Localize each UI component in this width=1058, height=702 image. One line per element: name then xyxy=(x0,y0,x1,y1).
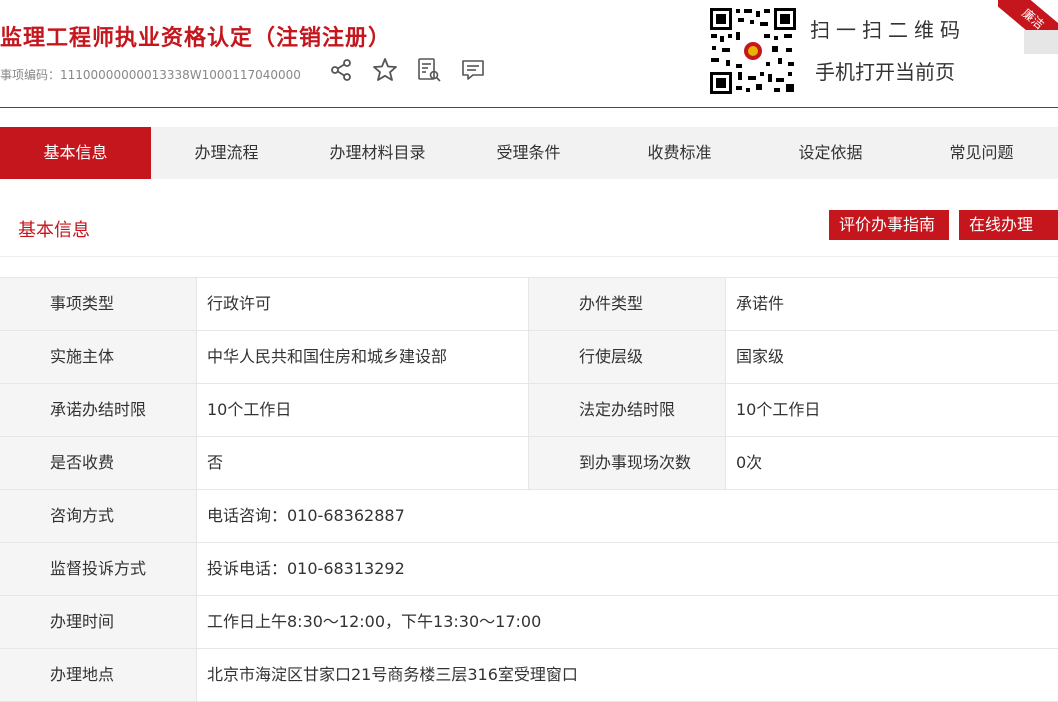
row-label: 法定办结时限 xyxy=(529,384,726,436)
tab-bar: 基本信息 办理流程 办理材料目录 受理条件 收费标准 设定依据 常见问题 xyxy=(0,127,1058,179)
info-table: 事项类型 行政许可 办件类型 承诺件 实施主体 中华人民共和国住房和城乡建设部 … xyxy=(0,277,1058,702)
tab-process[interactable]: 办理流程 xyxy=(151,127,302,179)
row-label: 承诺办结时限 xyxy=(0,384,197,436)
evaluate-guide-button[interactable]: 评价办事指南 xyxy=(829,210,949,240)
row-label: 咨询方式 xyxy=(0,490,197,542)
row-label: 办理地点 xyxy=(0,649,197,701)
row-label: 事项类型 xyxy=(0,278,197,330)
tab-fees[interactable]: 收费标准 xyxy=(604,127,755,179)
table-row: 承诺办结时限 10个工作日 法定办结时限 10个工作日 xyxy=(0,384,1058,437)
table-row: 监督投诉方式 投诉电话：010-68313292 xyxy=(0,543,1058,596)
comment-icon[interactable] xyxy=(458,55,488,85)
row-value: 中华人民共和国住房和城乡建设部 xyxy=(197,331,529,383)
tab-basis[interactable]: 设定依据 xyxy=(755,127,906,179)
row-value: 工作日上午8:30～12:00，下午13:30～17:00 xyxy=(207,612,542,631)
section-divider xyxy=(0,256,1058,257)
row-value: 10个工作日 xyxy=(736,400,821,419)
item-code: 事项编码：11100000000013338W1000117040000 xyxy=(0,68,301,82)
tab-conditions[interactable]: 受理条件 xyxy=(453,127,604,179)
row-value: 北京市海淀区甘家口21号商务楼三层316室受理窗口 xyxy=(207,665,578,684)
row-value: 国家级 xyxy=(736,347,785,366)
row-label: 到办事现场次数 xyxy=(529,437,726,489)
row-label: 行使层级 xyxy=(529,331,726,383)
action-icons xyxy=(326,55,488,85)
table-row: 实施主体 中华人民共和国住房和城乡建设部 行使层级 国家级 xyxy=(0,331,1058,384)
online-apply-button[interactable]: 在线办理 xyxy=(959,210,1058,240)
corner-badge[interactable]: 廉洁 xyxy=(998,0,1058,54)
table-row: 办理时间 工作日上午8:30～12:00，下午13:30～17:00 xyxy=(0,596,1058,649)
row-value: 承诺件 xyxy=(736,294,785,313)
qr-code-image xyxy=(708,6,798,96)
qr-mobile-text: 手机打开当前页 xyxy=(815,60,955,84)
star-icon[interactable] xyxy=(370,55,400,85)
row-value: 0次 xyxy=(736,453,763,472)
row-label: 办理时间 xyxy=(0,596,197,648)
row-label: 监督投诉方式 xyxy=(0,543,197,595)
row-label: 办件类型 xyxy=(529,278,726,330)
tab-faq[interactable]: 常见问题 xyxy=(906,127,1057,179)
row-value: 电话咨询：010-68362887 xyxy=(207,506,405,525)
row-value: 10个工作日 xyxy=(197,384,529,436)
row-value: 行政许可 xyxy=(197,278,529,330)
table-row: 事项类型 行政许可 办件类型 承诺件 xyxy=(0,278,1058,331)
page-header: 监理工程师执业资格认定（注销注册） 事项编码：11100000000013338… xyxy=(0,0,1058,108)
section-title: 基本信息 xyxy=(18,220,90,241)
row-value: 投诉电话：010-68313292 xyxy=(207,559,405,578)
row-label: 实施主体 xyxy=(0,331,197,383)
row-value: 否 xyxy=(197,437,529,489)
table-row: 办理地点 北京市海淀区甘家口21号商务楼三层316室受理窗口 xyxy=(0,649,1058,702)
tab-materials[interactable]: 办理材料目录 xyxy=(302,127,453,179)
table-row: 是否收费 否 到办事现场次数 0次 xyxy=(0,437,1058,490)
search-document-icon[interactable] xyxy=(414,55,444,85)
corner-badge-fold xyxy=(1024,30,1058,54)
page-title: 监理工程师执业资格认定（注销注册） xyxy=(0,26,392,51)
share-icon[interactable] xyxy=(326,55,356,85)
tab-basic-info[interactable]: 基本信息 xyxy=(0,127,151,179)
row-label: 是否收费 xyxy=(0,437,197,489)
qr-scan-text: 扫一扫二维码 xyxy=(810,18,966,42)
table-row: 咨询方式 电话咨询：010-68362887 xyxy=(0,490,1058,543)
